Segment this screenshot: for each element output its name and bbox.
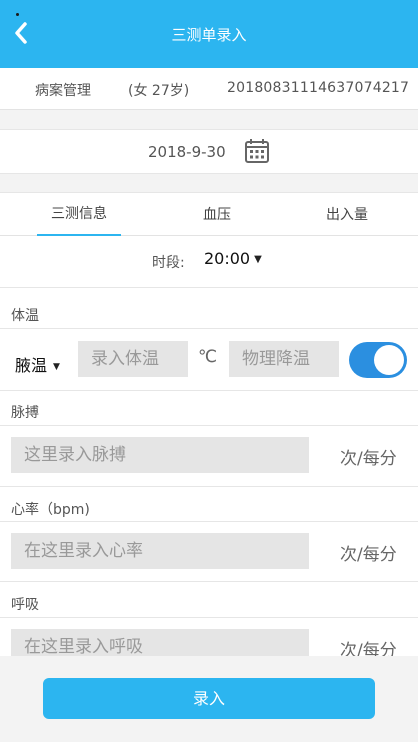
respiration-unit: 次/每分 <box>340 641 397 656</box>
physical-cooling-toggle[interactable] <box>349 342 407 378</box>
temperature-label: 体温 <box>11 308 39 324</box>
heart-rate-label: 心率（bpm) <box>11 502 90 518</box>
temperature-mode-select[interactable]: 腋温 ▼ <box>15 352 60 376</box>
period-label: 时段: <box>152 255 185 271</box>
pulse-unit: 次/每分 <box>340 449 397 469</box>
tab-intake-output[interactable]: 出入量 <box>310 193 384 237</box>
pulse-label: 脉搏 <box>11 405 39 421</box>
temperature-mode-value: 腋温 <box>15 356 48 375</box>
physical-cooling-input[interactable]: 物理降温 <box>229 341 339 377</box>
app-header: 三测单录入 <box>0 0 418 68</box>
divider <box>0 486 418 487</box>
heart-rate-input[interactable]: 在这里录入心率 <box>11 533 309 569</box>
calendar-icon[interactable] <box>244 138 270 164</box>
toggle-knob <box>374 345 404 375</box>
temperature-input[interactable]: 录入体温 <box>78 341 188 377</box>
pulse-input[interactable]: 这里录入脉搏 <box>11 437 309 473</box>
period-select[interactable]: 20:00 ▼ <box>204 249 262 268</box>
period-row: 时段: 20:00 ▼ <box>0 236 418 288</box>
divider <box>0 390 418 391</box>
divider <box>0 521 418 522</box>
status-dot <box>16 13 19 16</box>
date-value[interactable]: 2018-9-30 <box>148 143 226 161</box>
tab-three-measure[interactable]: 三测信息 <box>37 193 121 237</box>
patient-id: 20180831114637074217 <box>227 80 410 96</box>
divider <box>0 425 418 426</box>
temperature-unit: ℃ <box>198 347 218 367</box>
caret-down-icon: ▼ <box>254 254 262 265</box>
divider <box>0 581 418 582</box>
heart-rate-unit: 次/每分 <box>340 545 397 565</box>
page-title: 三测单录入 <box>171 26 247 44</box>
respiration-input[interactable]: 在这里录入呼吸 <box>11 629 309 656</box>
patient-info-row: 病案管理 (女 27岁) 20180831114637074217 <box>0 68 418 110</box>
submit-button[interactable]: 录入 <box>43 678 375 719</box>
divider <box>0 328 418 329</box>
tab-blood-pressure[interactable]: 血压 <box>180 193 254 237</box>
patient-name: 病案管理 <box>35 83 91 99</box>
respiration-label: 呼吸 <box>11 597 39 613</box>
caret-down-icon: ▼ <box>53 362 60 372</box>
footer: 录入 <box>0 656 418 742</box>
patient-gender-age: (女 27岁) <box>128 83 190 99</box>
form-content: 时段: 20:00 ▼ 体温 腋温 ▼ 录入体温 ℃ 物理降温 脉搏 这里录入脉搏 … <box>0 236 418 656</box>
divider <box>0 617 418 618</box>
date-row[interactable]: 2018-9-30 <box>0 129 418 174</box>
period-value: 20:00 <box>204 249 251 268</box>
tab-bar: 三测信息 血压 出入量 <box>0 192 418 237</box>
